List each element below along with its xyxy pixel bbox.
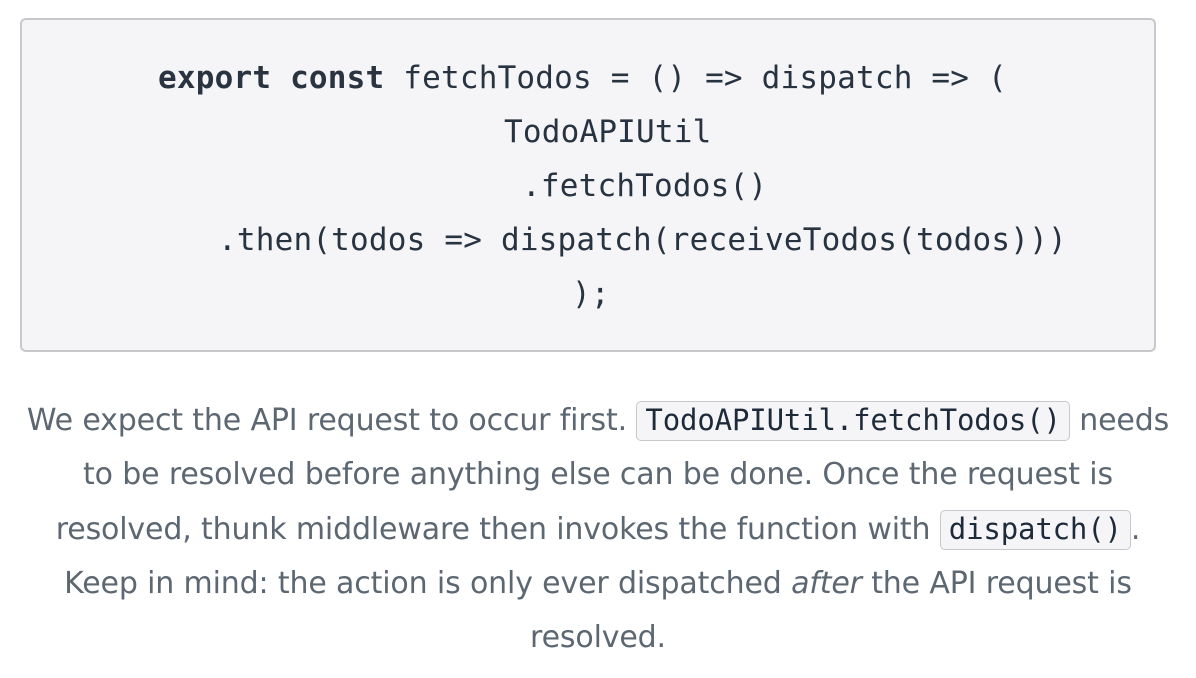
- code-block: export const fetchTodos = () => dispatch…: [20, 18, 1156, 352]
- code-line-4: .then(todos => dispatch(receiveTodos(tod…: [218, 222, 1067, 258]
- code-line-5: );: [572, 276, 610, 312]
- keyword-const: const: [290, 60, 385, 96]
- paragraph-text-1: We expect the API request to occur first…: [26, 403, 637, 438]
- code-line-2: TodoAPIUtil: [504, 114, 712, 150]
- inline-code-fetch-todos: TodoAPIUtil.fetchTodos(): [636, 401, 1070, 441]
- inline-code-dispatch: dispatch(): [939, 510, 1131, 550]
- keyword-export: export: [158, 60, 272, 96]
- explanation-paragraph: We expect the API request to occur first…: [20, 393, 1176, 665]
- code-line-1-rest: fetchTodos = () => dispatch => (: [384, 60, 1007, 96]
- code-line-1: export const fetchTodos = () => dispatch…: [158, 58, 1007, 98]
- code-line-3: .fetchTodos(): [522, 168, 768, 204]
- emphasis-after: after: [791, 566, 862, 601]
